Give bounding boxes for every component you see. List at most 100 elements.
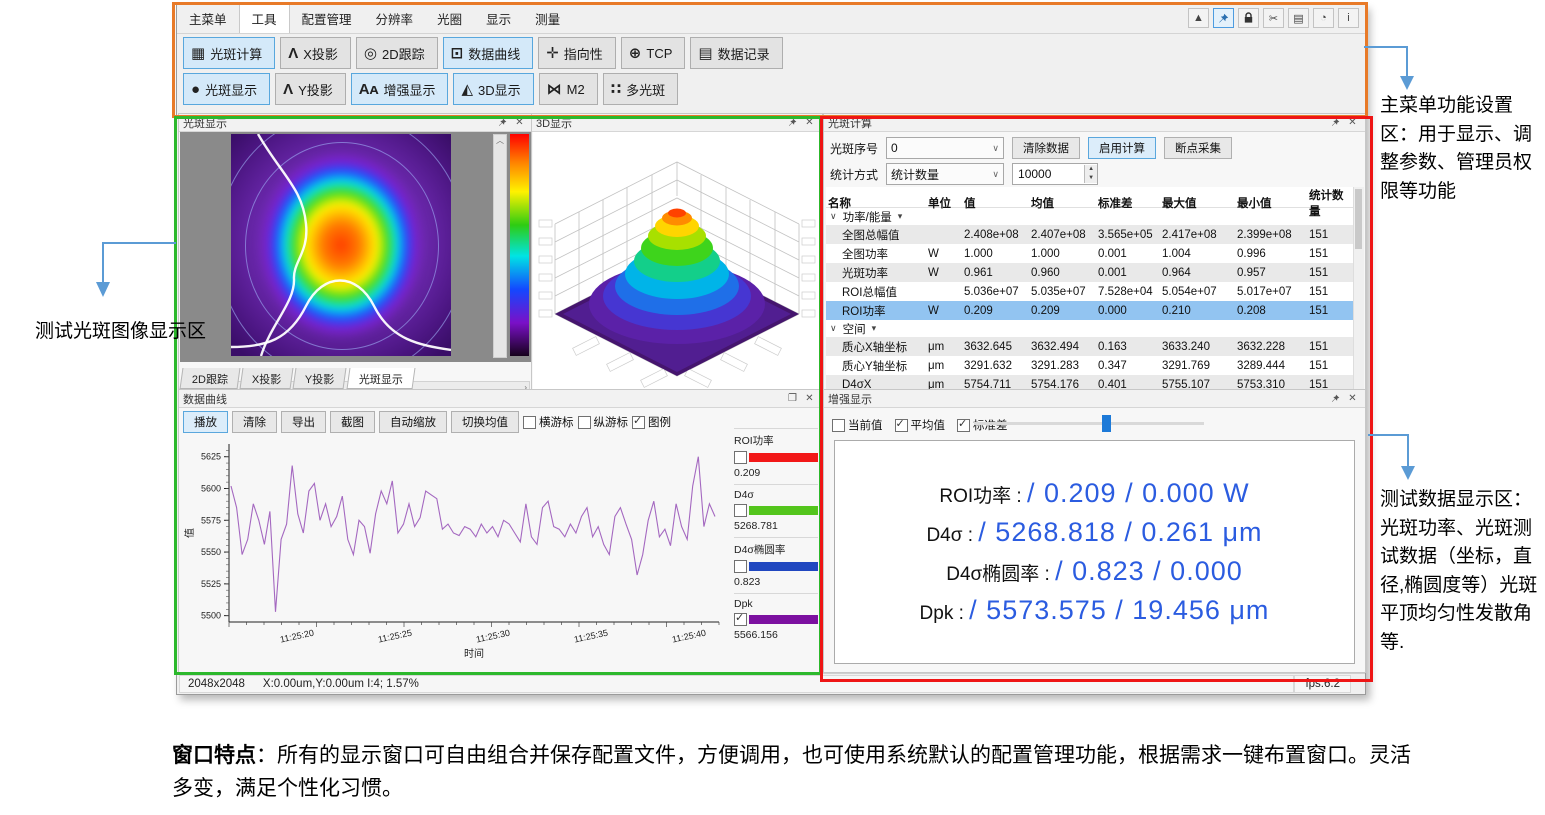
enhanced-checkbox-0[interactable]: 当前值: [832, 417, 883, 433]
table-row[interactable]: 全图总幅值2.408e+082.407e+083.565e+052.417e+0…: [826, 225, 1353, 244]
menu-tab-1[interactable]: 工具: [239, 4, 290, 33]
tracking-2d-button[interactable]: ◎2D跟踪: [356, 37, 438, 69]
table-row[interactable]: 质心X轴坐标μm3632.6453632.4940.1633633.240363…: [826, 337, 1353, 356]
curve-button-3[interactable]: 截图: [330, 411, 375, 433]
table-cell: μm: [926, 341, 962, 353]
restore-icon[interactable]: ❐: [784, 391, 801, 406]
enhanced-values-box: ROI功率 : / 0.209 / 0.000 WD4σ : / 5268.81…: [834, 440, 1355, 664]
clock-icon[interactable]: ◔: [1313, 8, 1334, 28]
curve-button-5[interactable]: 切换均值: [451, 411, 519, 433]
pin-icon[interactable]: [1327, 115, 1344, 130]
legend-value: 5268.781: [734, 520, 818, 532]
table-cell: 光斑功率: [826, 265, 926, 281]
table-header: 名称单位值均值标准差最大值最小值统计数量: [826, 187, 1353, 208]
spot-tab-1[interactable]: X投影: [240, 368, 294, 389]
pin-icon[interactable]: [784, 115, 801, 130]
table-row[interactable]: 光斑功率W0.9610.9600.0010.9640.957151: [826, 263, 1353, 282]
data-curve-button[interactable]: ⊡数据曲线: [443, 37, 534, 69]
y-projection-button[interactable]: ΛY投影: [275, 73, 346, 105]
table-row[interactable]: D4σXμm5754.7115754.1760.4015755.1075753.…: [826, 375, 1353, 390]
table-cell: 3632.645: [962, 341, 1029, 353]
enhanced-display-button[interactable]: Aᴀ增强显示: [351, 73, 449, 105]
spot-tab-3[interactable]: 光斑显示: [346, 368, 415, 389]
menu-tab-2[interactable]: 配置管理: [290, 5, 364, 33]
lock-icon[interactable]: [1238, 8, 1259, 28]
close-icon[interactable]: ✕: [511, 115, 528, 130]
info-icon[interactable]: i: [1338, 8, 1359, 28]
pin-icon[interactable]: [494, 115, 511, 130]
legend-checkbox[interactable]: [734, 613, 747, 626]
table-cell: 3633.240: [1160, 341, 1235, 353]
tcp-globe-button[interactable]: ⊕TCP: [621, 37, 686, 69]
scissors-icon[interactable]: ✂: [1263, 8, 1284, 28]
close-icon[interactable]: ✕: [1344, 391, 1361, 406]
display-size-slider[interactable]: [974, 422, 1204, 425]
checkbox-icon[interactable]: [523, 416, 536, 429]
collapse-icon[interactable]: ▲: [1188, 8, 1209, 28]
m2-button[interactable]: ⋈M2: [539, 73, 598, 105]
checkbox-icon[interactable]: [957, 419, 970, 432]
close-icon[interactable]: ✕: [801, 391, 818, 406]
menu-tab-5[interactable]: 显示: [474, 5, 523, 33]
table-row[interactable]: ROI功率W0.2090.2090.0000.2100.208151: [826, 301, 1353, 320]
close-icon[interactable]: ✕: [1344, 115, 1361, 130]
pin-icon[interactable]: [1213, 8, 1234, 28]
menu-tab-3[interactable]: 分辨率: [364, 5, 426, 33]
pin-icon[interactable]: [1327, 391, 1344, 406]
menu-tab-4[interactable]: 光圈: [425, 5, 474, 33]
vertical-scrollbar[interactable]: ︿: [493, 134, 507, 358]
stat-mode-select[interactable]: 统计数量∨: [886, 163, 1004, 185]
surface-3d-plot[interactable]: [533, 132, 821, 389]
slider-handle[interactable]: [1102, 415, 1111, 432]
spot-calc-button[interactable]: ▦光斑计算: [183, 37, 275, 69]
table-row[interactable]: 全图功率W1.0001.0000.0011.0040.996151: [826, 244, 1353, 263]
checkbox-icon[interactable]: [832, 419, 845, 432]
curve-button-1[interactable]: 清除: [232, 411, 277, 433]
checkbox-icon[interactable]: [632, 416, 645, 429]
x-projection-button[interactable]: ΛX投影: [280, 37, 351, 69]
legend-checkbox[interactable]: [734, 560, 747, 573]
legend-checkbox[interactable]: [734, 451, 747, 464]
spot-display-button[interactable]: ●光斑显示: [183, 73, 270, 105]
legend-bar-row: [734, 504, 818, 517]
curve-checkbox-1[interactable]: 纵游标: [578, 414, 629, 430]
enhanced-checkbox-2[interactable]: 标准差: [957, 417, 1008, 433]
curve-button-0[interactable]: 播放: [183, 411, 228, 433]
calc-button-1[interactable]: 启用计算: [1088, 137, 1156, 159]
checkbox-icon[interactable]: [895, 419, 908, 432]
table-row[interactable]: 质心Y轴坐标μm3291.6323291.2830.3473291.769328…: [826, 356, 1353, 375]
multi-spot-icon: ∷: [611, 82, 621, 97]
document-icon[interactable]: ▤: [1288, 8, 1309, 28]
enhanced-checkbox-2-label: 标准差: [973, 417, 1008, 433]
spot-tab-0[interactable]: 2D跟踪: [180, 368, 241, 389]
curve-checkbox-2[interactable]: 图例: [632, 414, 671, 430]
checkbox-icon[interactable]: [578, 416, 591, 429]
calc-button-0[interactable]: 清除数据: [1012, 137, 1080, 159]
toolbar-row: ●光斑显示ΛY投影Aᴀ增强显示◭3D显示⋈M2∷多光斑: [183, 73, 783, 105]
legend-checkbox[interactable]: [734, 504, 747, 517]
calc-button-2[interactable]: 断点采集: [1164, 137, 1232, 159]
display-3d-button[interactable]: ◭3D显示: [453, 73, 533, 105]
curve-button-4[interactable]: 自动缩放: [379, 411, 447, 433]
table-scrollbar[interactable]: [1353, 187, 1364, 390]
menu-tab-0[interactable]: 主菜单: [177, 5, 239, 33]
table-group-row[interactable]: ∨空间▾: [826, 320, 1353, 337]
close-icon[interactable]: ✕: [801, 115, 818, 130]
curve-checkbox-0[interactable]: 横游标: [523, 414, 574, 430]
enhanced-checkbox-1[interactable]: 平均值: [895, 417, 946, 433]
toolbar-button-label: 3D显示: [478, 80, 521, 99]
table-row[interactable]: ROI总幅值5.036e+075.035e+077.528e+045.054e+…: [826, 282, 1353, 301]
menu-tab-6[interactable]: 测量: [523, 5, 572, 33]
data-record-button[interactable]: ▤数据记录: [690, 37, 782, 69]
group-name: 空间: [843, 321, 866, 337]
stat-count-spinner[interactable]: 10000 ▲▼: [1012, 163, 1098, 185]
curve-button-2[interactable]: 导出: [281, 411, 326, 433]
multi-spot-button[interactable]: ∷多光斑: [603, 73, 678, 105]
data-curve-chart[interactable]: 55005525555055755600562511:25:2011:25:25…: [181, 436, 731, 668]
annotation-left: 测试光斑图像显示区: [35, 318, 213, 347]
pointing-button[interactable]: ✛指向性: [538, 37, 616, 69]
beam-image[interactable]: [231, 134, 451, 356]
spot-tab-2[interactable]: Y投影: [293, 368, 347, 389]
enhanced-checkboxes: 当前值平均值 标准差: [832, 417, 1008, 433]
spot-seq-select[interactable]: 0∨: [886, 137, 1004, 159]
